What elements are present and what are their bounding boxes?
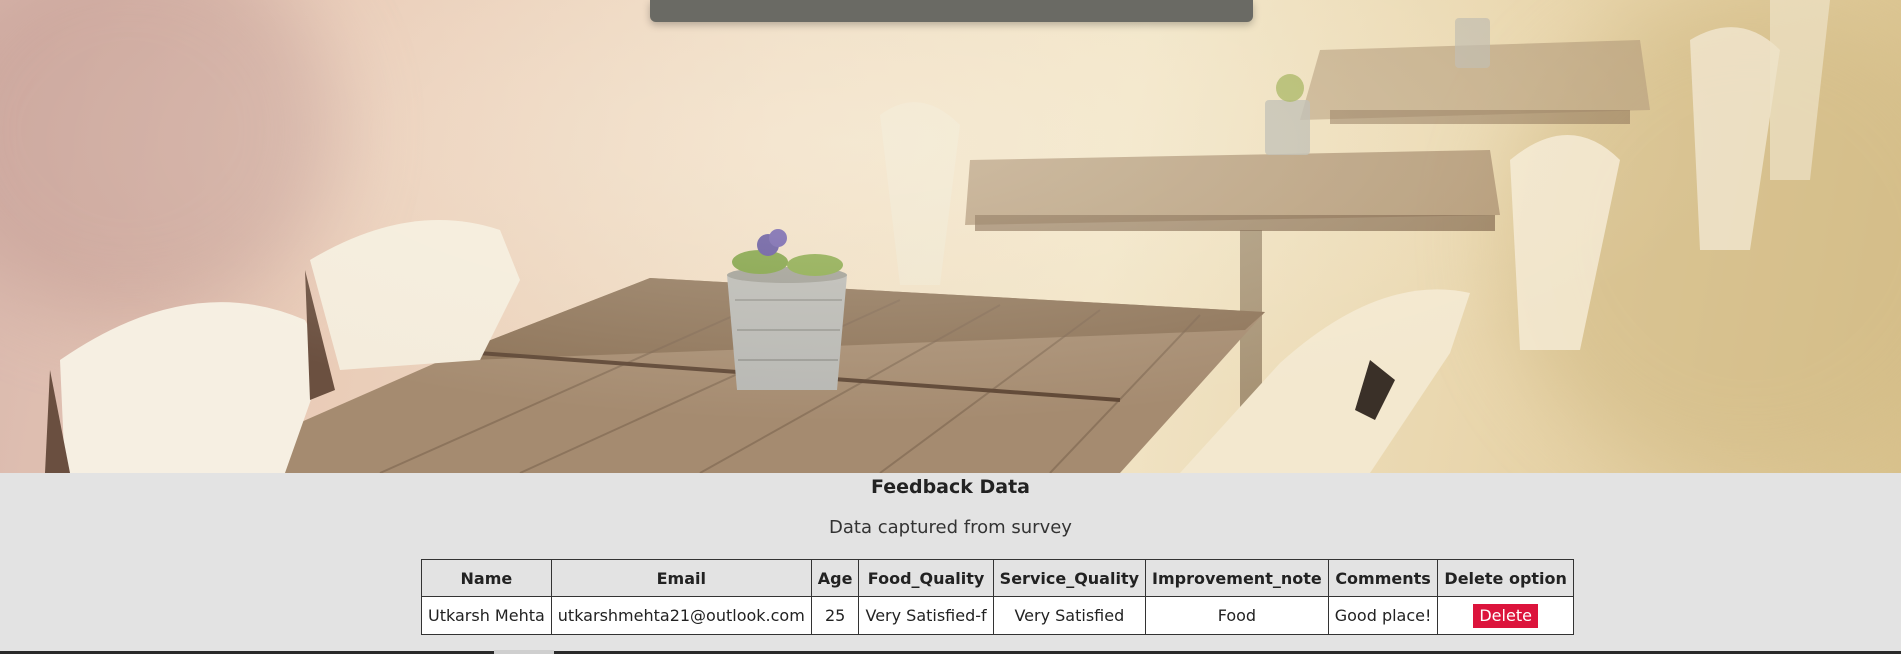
page-subtitle: Data captured from survey	[829, 517, 1072, 538]
hero-image	[0, 0, 1901, 473]
cell-comments: Good place!	[1327, 596, 1439, 635]
cell-email: utkarshmehta21@outlook.com	[550, 596, 812, 635]
cell-age: 25	[810, 596, 860, 635]
table-header-row: Name Email Age Food_Quality Service_Qual…	[421, 559, 1574, 597]
cell-name: Utkarsh Mehta	[421, 596, 552, 635]
horizontal-scrollbar-thumb[interactable]	[494, 650, 554, 654]
column-header-delete-option: Delete option	[1437, 559, 1574, 597]
column-header-email: Email	[550, 559, 812, 597]
column-header-age: Age	[810, 559, 860, 597]
cell-food-quality: Very Satisfied-f	[858, 596, 994, 635]
column-header-comments: Comments	[1327, 559, 1439, 597]
table-row: Utkarsh Mehta utkarshmehta21@outlook.com…	[421, 596, 1574, 635]
cell-improvement-note: Food	[1145, 596, 1329, 635]
column-header-name: Name	[421, 559, 552, 597]
feedback-table: Name Email Age Food_Quality Service_Qual…	[421, 559, 1574, 635]
cell-service-quality: Very Satisfied	[992, 596, 1147, 635]
column-header-food-quality: Food_Quality	[858, 559, 994, 597]
delete-button[interactable]: Delete	[1473, 603, 1538, 628]
column-header-service-quality: Service_Quality	[992, 559, 1147, 597]
column-header-improvement-note: Improvement_note	[1145, 559, 1329, 597]
cell-delete-option: Delete	[1437, 596, 1574, 635]
page-title: Feedback Data	[870, 476, 1030, 498]
top-overlay-bar	[650, 0, 1253, 22]
